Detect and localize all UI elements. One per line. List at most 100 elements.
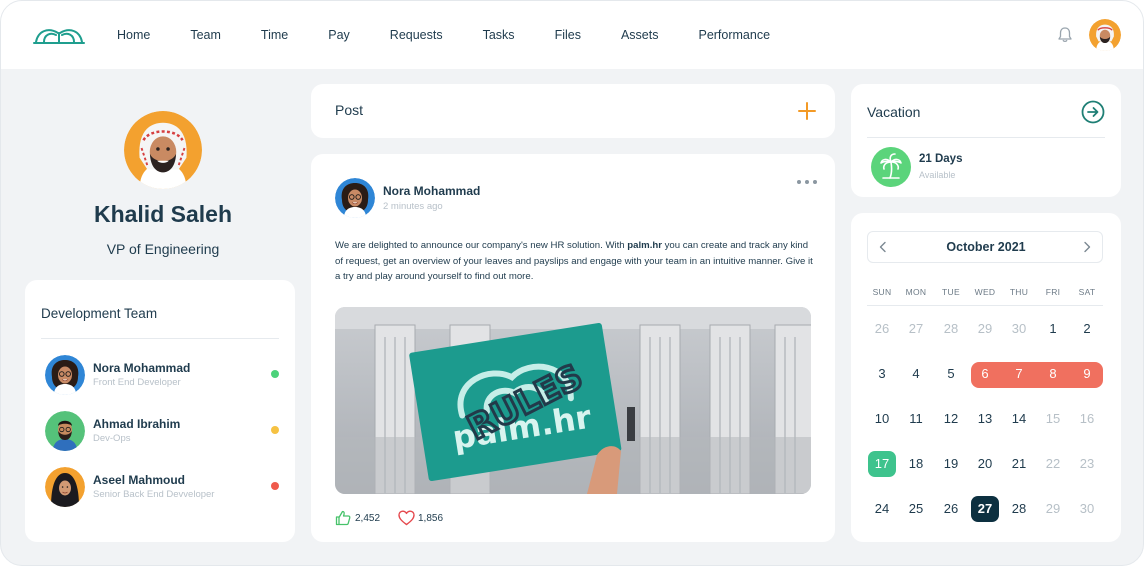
member-name: Ahmad Ibrahim bbox=[93, 417, 181, 431]
nav-requests[interactable]: Requests bbox=[390, 28, 443, 42]
vacation-days: 21 Days bbox=[919, 153, 963, 165]
bell-icon[interactable] bbox=[1056, 26, 1074, 44]
calendar-month-label: October 2021 bbox=[946, 240, 1026, 254]
weekday-label: SAT bbox=[1078, 287, 1096, 297]
divider bbox=[867, 137, 1105, 138]
weekday-label: MON bbox=[905, 287, 927, 297]
nav-team[interactable]: Team bbox=[190, 28, 221, 42]
heart-icon[interactable] bbox=[398, 510, 415, 526]
vacation-status: Available bbox=[919, 170, 956, 180]
busy-status-dot bbox=[271, 482, 279, 490]
palm-logo-icon[interactable] bbox=[32, 23, 86, 47]
nav-files[interactable]: Files bbox=[555, 28, 581, 42]
member-avatar bbox=[45, 355, 85, 395]
more-options-icon[interactable] bbox=[795, 176, 819, 188]
calendar-day[interactable]: 23 bbox=[1073, 451, 1101, 477]
heart-count: 1,856 bbox=[418, 513, 444, 524]
divider bbox=[867, 305, 1103, 306]
calendar-day[interactable]: 19 bbox=[937, 451, 965, 477]
weekday-label: FRI bbox=[1045, 287, 1061, 297]
nav-assets[interactable]: Assets bbox=[621, 28, 659, 42]
profile-avatar-image bbox=[124, 111, 202, 189]
nav-home[interactable]: Home bbox=[117, 28, 150, 42]
post-brand-link[interactable]: palm.hr bbox=[627, 240, 662, 251]
user-avatar-image bbox=[1089, 19, 1121, 51]
nav-tasks[interactable]: Tasks bbox=[483, 28, 515, 42]
calendar-day[interactable]: 22 bbox=[1039, 451, 1067, 477]
calendar-day[interactable]: 16 bbox=[1073, 406, 1101, 432]
profile-role: VP of Engineering bbox=[106, 241, 220, 257]
nav-time[interactable]: Time bbox=[261, 28, 288, 42]
calendar-day[interactable]: 3 bbox=[868, 361, 896, 387]
calendar-day[interactable]: 12 bbox=[937, 406, 965, 432]
calendar-day[interactable]: 10 bbox=[868, 406, 896, 432]
calendar-day[interactable]: 4 bbox=[902, 361, 930, 387]
calendar-day[interactable]: 2 bbox=[1073, 316, 1101, 342]
building-protest-photo: palm.hr RULES bbox=[335, 307, 811, 494]
calendar-day[interactable]: 29 bbox=[971, 316, 999, 342]
calendar-day[interactable]: 26 bbox=[937, 496, 965, 522]
post-composer[interactable]: Post bbox=[311, 84, 835, 138]
post-text-part: We are delighted to announce our company… bbox=[335, 240, 628, 251]
post-author-avatar[interactable] bbox=[335, 178, 375, 218]
calendar-day[interactable]: 15 bbox=[1039, 406, 1067, 432]
member-name: Aseel Mahmoud bbox=[93, 473, 186, 487]
weekday-label: THU bbox=[1009, 287, 1029, 297]
weekday-label: WED bbox=[974, 287, 996, 297]
team-member-row[interactable]: Ahmad Ibrahim Dev-Ops bbox=[43, 411, 283, 453]
team-member-row[interactable]: Aseel Mahmoud Senior Back End Devveloper bbox=[43, 467, 283, 509]
profile-name: Khalid Saleh bbox=[93, 201, 233, 227]
calendar-day[interactable]: 27 bbox=[902, 316, 930, 342]
app-window: Home Team Time Pay Requests Tasks Files … bbox=[0, 0, 1144, 566]
profile-avatar[interactable] bbox=[124, 111, 202, 189]
online-status-dot bbox=[271, 370, 279, 378]
calendar-day-selected[interactable]: 27 bbox=[971, 496, 999, 522]
calendar-day[interactable]: 5 bbox=[937, 361, 965, 387]
main-nav: Home Team Time Pay Requests Tasks Files … bbox=[117, 1, 810, 69]
calendar-day-in-range[interactable]: 7 bbox=[1005, 361, 1033, 387]
calendar-card: October 2021 SUN MON TUE WED THU FRI SAT… bbox=[851, 213, 1121, 542]
calendar-day[interactable]: 30 bbox=[1073, 496, 1101, 522]
post-image[interactable]: palm.hr RULES bbox=[335, 307, 811, 494]
member-avatar-image bbox=[45, 411, 85, 451]
calendar-day[interactable]: 25 bbox=[902, 496, 930, 522]
post-timestamp: 2 minutes ago bbox=[383, 201, 443, 212]
calendar-day[interactable]: 1 bbox=[1039, 316, 1067, 342]
member-avatar bbox=[45, 467, 85, 507]
arrow-right-circle-icon[interactable] bbox=[1081, 100, 1105, 124]
calendar-day[interactable]: 21 bbox=[1005, 451, 1033, 477]
user-avatar[interactable] bbox=[1089, 19, 1121, 51]
calendar-day[interactable]: 13 bbox=[971, 406, 999, 432]
calendar-day[interactable]: 11 bbox=[902, 406, 930, 432]
calendar-day-in-range[interactable]: 6 bbox=[971, 361, 999, 387]
calendar-header: October 2021 bbox=[867, 231, 1103, 263]
vacation-title: Vacation bbox=[867, 104, 921, 120]
like-count: 2,452 bbox=[355, 513, 381, 524]
thumbs-up-icon[interactable] bbox=[335, 510, 351, 526]
calendar-day[interactable]: 29 bbox=[1039, 496, 1067, 522]
chevron-right-icon[interactable] bbox=[1080, 240, 1094, 254]
nav-pay[interactable]: Pay bbox=[328, 28, 350, 42]
calendar-day[interactable]: 14 bbox=[1005, 406, 1033, 432]
calendar-day[interactable]: 24 bbox=[868, 496, 896, 522]
calendar-day-in-range[interactable]: 8 bbox=[1039, 361, 1067, 387]
divider bbox=[41, 338, 279, 339]
author-avatar-image bbox=[335, 178, 375, 218]
nav-performance[interactable]: Performance bbox=[698, 28, 770, 42]
team-title: Development Team bbox=[41, 306, 158, 321]
plus-icon[interactable] bbox=[797, 101, 817, 121]
calendar-day[interactable]: 30 bbox=[1005, 316, 1033, 342]
post-author-name[interactable]: Nora Mohammad bbox=[383, 184, 480, 198]
calendar-day[interactable]: 26 bbox=[868, 316, 896, 342]
post-body-text: We are delighted to announce our company… bbox=[335, 238, 815, 285]
team-member-row[interactable]: Nora Mohammad Front End Developer bbox=[43, 355, 283, 397]
calendar-day-today[interactable]: 17 bbox=[868, 451, 896, 477]
calendar-day[interactable]: 28 bbox=[937, 316, 965, 342]
calendar-day[interactable]: 20 bbox=[971, 451, 999, 477]
calendar-day[interactable]: 18 bbox=[902, 451, 930, 477]
member-name: Nora Mohammad bbox=[93, 361, 191, 375]
calendar-day[interactable]: 28 bbox=[1005, 496, 1033, 522]
vacation-card: Vacation 21 Days Available bbox=[851, 84, 1121, 197]
calendar-day-in-range[interactable]: 9 bbox=[1073, 361, 1101, 387]
weekday-label: TUE bbox=[942, 287, 960, 297]
